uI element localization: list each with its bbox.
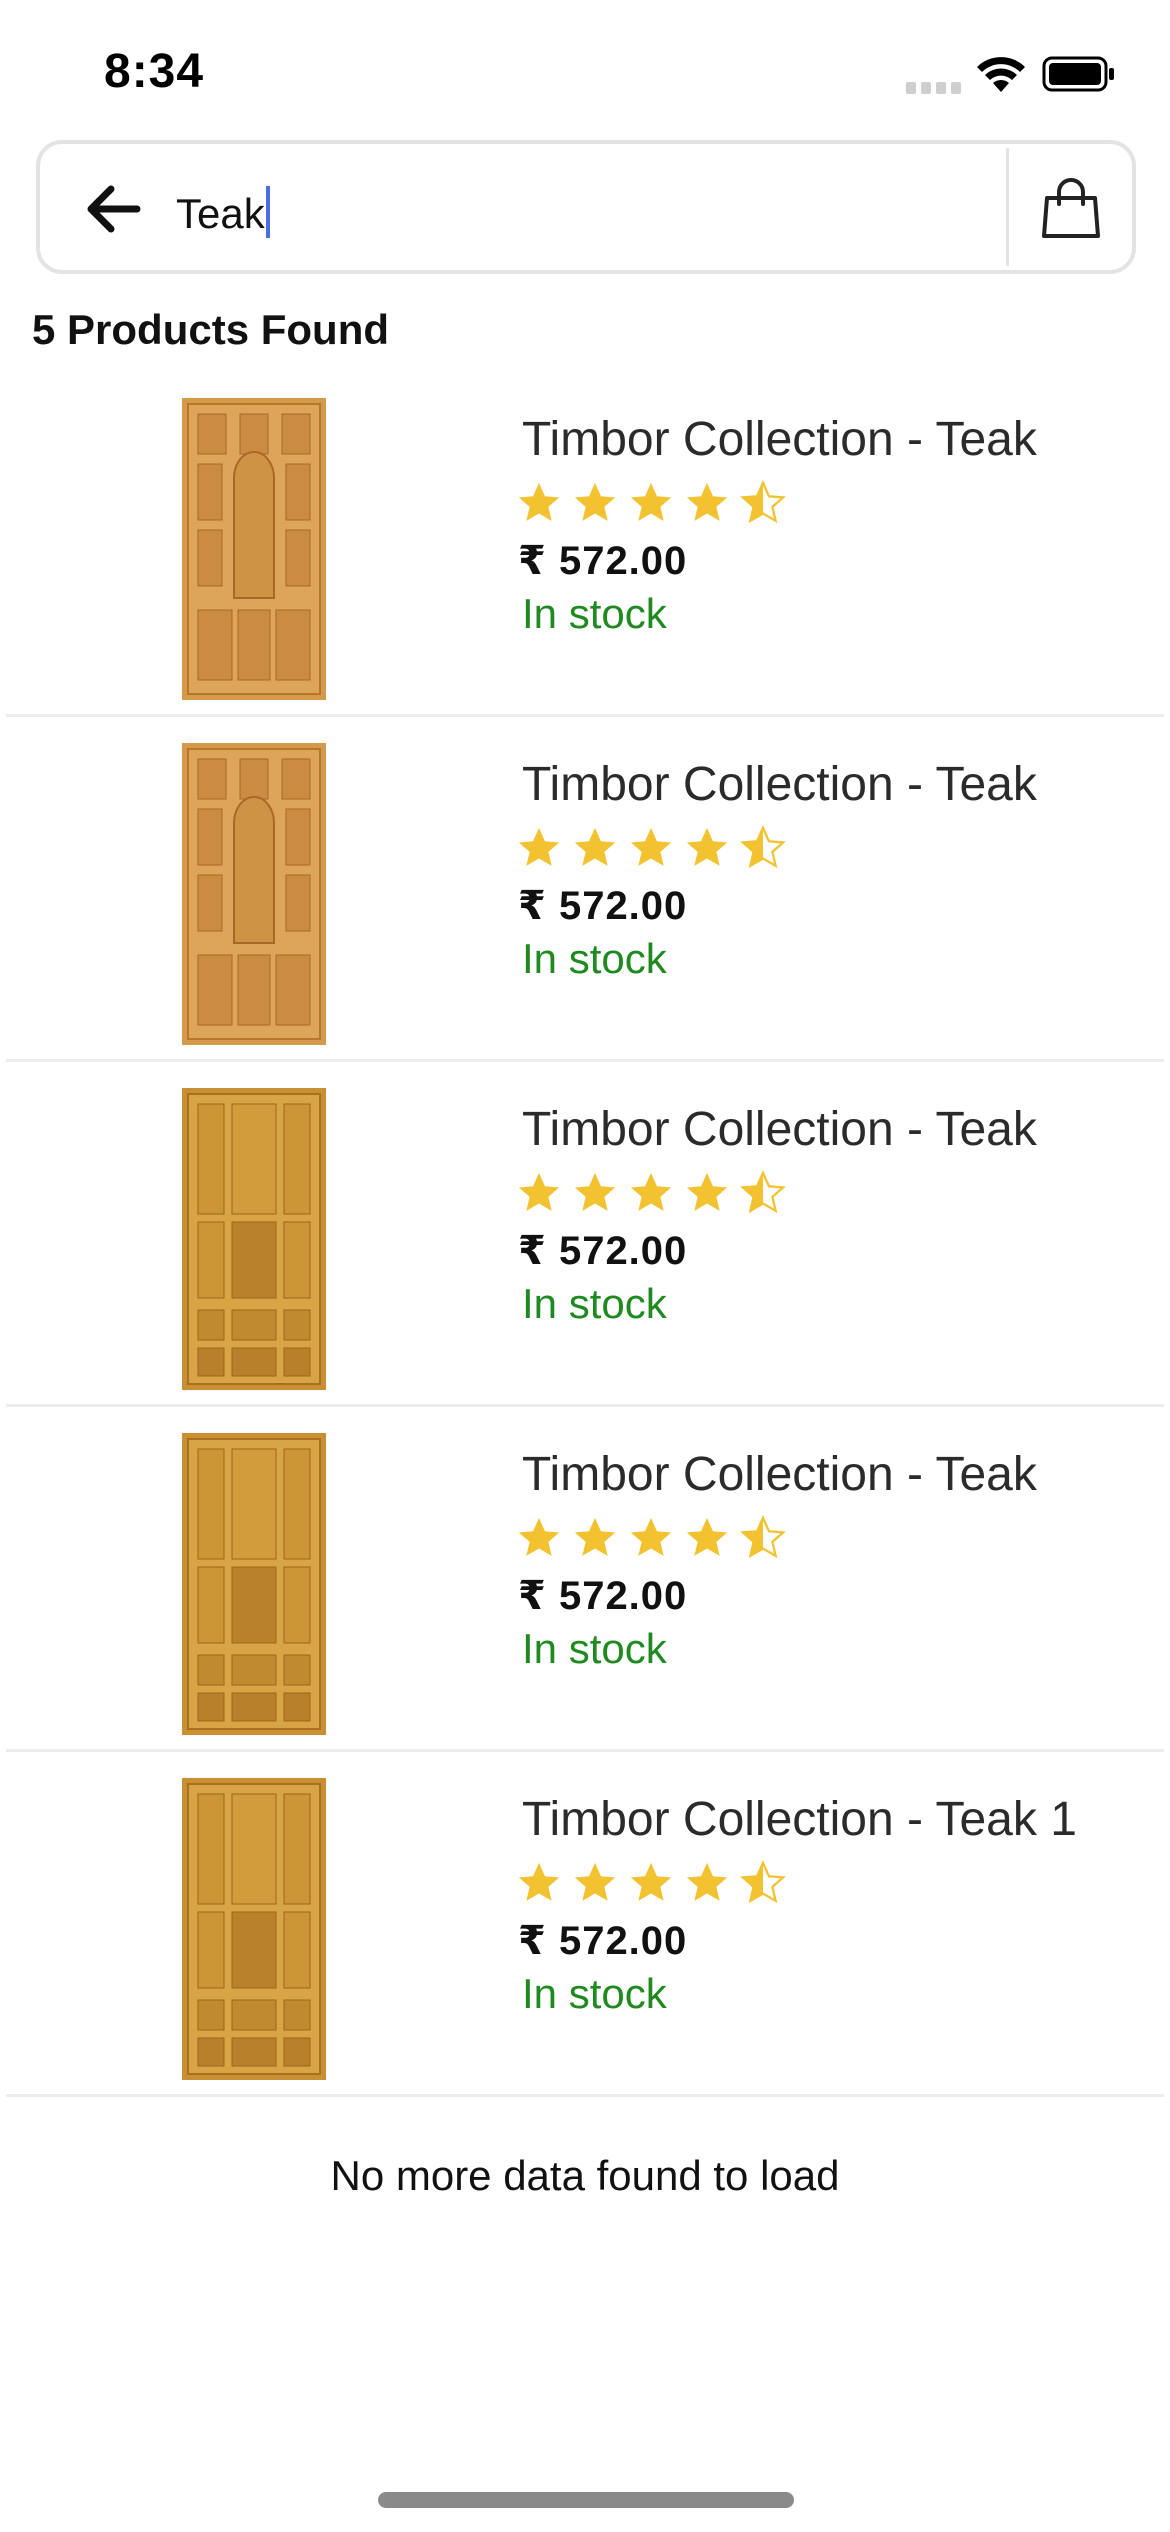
product-price: ₹ 572.00: [518, 1229, 688, 1273]
star-full-icon: [630, 1517, 672, 1556]
search-bar: Teak: [36, 140, 1136, 274]
star-full-icon: [686, 827, 728, 866]
text-caret: [265, 186, 270, 238]
stock-status: In stock: [522, 590, 667, 637]
shopping-bag-icon: [1042, 178, 1100, 238]
product-row[interactable]: Timbor Collection - Teak ₹ 572.00 In sto…: [0, 717, 1170, 1062]
stock-status: In stock: [522, 1625, 667, 1672]
star-full-icon: [574, 1517, 616, 1556]
star-full-icon: [686, 1862, 728, 1901]
results-count: 5 Products Found: [32, 306, 389, 353]
star-full-icon: [574, 482, 616, 521]
rating-stars: [516, 1170, 786, 1220]
product-row[interactable]: Timbor Collection - Teak ₹ 572.00 In sto…: [0, 372, 1170, 717]
product-image-door: [182, 1088, 326, 1390]
star-full-icon: [630, 482, 672, 521]
stock-status: In stock: [522, 1970, 667, 2017]
stock-status: In stock: [522, 935, 667, 982]
product-name: Timbor Collection - Teak: [522, 1103, 1037, 1156]
star-half-icon: [740, 480, 786, 524]
product-image-door: [182, 398, 326, 700]
product-image-door: [182, 1433, 326, 1735]
back-arrow-icon: [87, 185, 141, 233]
cellular-signal-icon: [906, 82, 961, 94]
home-indicator[interactable]: [378, 2492, 794, 2508]
star-full-icon: [574, 827, 616, 866]
rating-stars: [516, 1860, 786, 1910]
search-query-text: Teak: [176, 190, 265, 237]
rating-stars: [516, 1515, 786, 1565]
wifi-icon: [977, 57, 1025, 92]
star-full-icon: [518, 1862, 560, 1901]
search-input[interactable]: Teak: [176, 186, 270, 238]
product-price: ₹ 572.00: [518, 884, 688, 928]
product-price: ₹ 572.00: [518, 1574, 688, 1618]
product-name: Timbor Collection - Teak: [522, 758, 1037, 811]
star-full-icon: [630, 1172, 672, 1211]
rating-stars: [516, 480, 786, 530]
product-image-door: [182, 743, 326, 1045]
star-full-icon: [518, 827, 560, 866]
star-half-icon: [740, 1170, 786, 1214]
search-bar-divider: [1006, 148, 1009, 266]
rating-stars: [516, 825, 786, 875]
product-name: Timbor Collection - Teak: [522, 413, 1037, 466]
battery-icon: [1042, 56, 1114, 92]
star-full-icon: [686, 482, 728, 521]
product-row[interactable]: Timbor Collection - Teak 1 ₹ 572.00 In s…: [0, 1752, 1170, 2097]
status-time: 8:34: [104, 45, 205, 98]
star-full-icon: [686, 1517, 728, 1556]
star-full-icon: [518, 1172, 560, 1211]
star-half-icon: [740, 1860, 786, 1904]
product-row[interactable]: Timbor Collection - Teak ₹ 572.00 In sto…: [0, 1062, 1170, 1407]
search-results-screen: 8:34 Teak 5 Products Found Timbor Collec…: [0, 0, 1170, 2532]
star-full-icon: [574, 1172, 616, 1211]
product-name: Timbor Collection - Teak: [522, 1448, 1037, 1501]
star-full-icon: [518, 1517, 560, 1556]
back-button[interactable]: [80, 176, 146, 242]
star-full-icon: [686, 1172, 728, 1211]
star-half-icon: [740, 825, 786, 869]
row-divider: [6, 2094, 1164, 2097]
star-full-icon: [518, 482, 560, 521]
end-of-list-message: No more data found to load: [330, 2152, 840, 2199]
product-row[interactable]: Timbor Collection - Teak ₹ 572.00 In sto…: [0, 1407, 1170, 1752]
product-image-door: [182, 1778, 326, 2080]
stock-status: In stock: [522, 1280, 667, 1327]
product-name: Timbor Collection - Teak 1: [522, 1793, 1077, 1846]
cart-button[interactable]: [1036, 170, 1106, 246]
star-full-icon: [574, 1862, 616, 1901]
product-price: ₹ 572.00: [518, 539, 688, 583]
product-price: ₹ 572.00: [518, 1919, 688, 1963]
status-bar: 8:34: [0, 0, 1170, 140]
product-list: Timbor Collection - Teak ₹ 572.00 In sto…: [0, 372, 1170, 2097]
star-half-icon: [740, 1515, 786, 1559]
star-full-icon: [630, 1862, 672, 1901]
star-full-icon: [630, 827, 672, 866]
